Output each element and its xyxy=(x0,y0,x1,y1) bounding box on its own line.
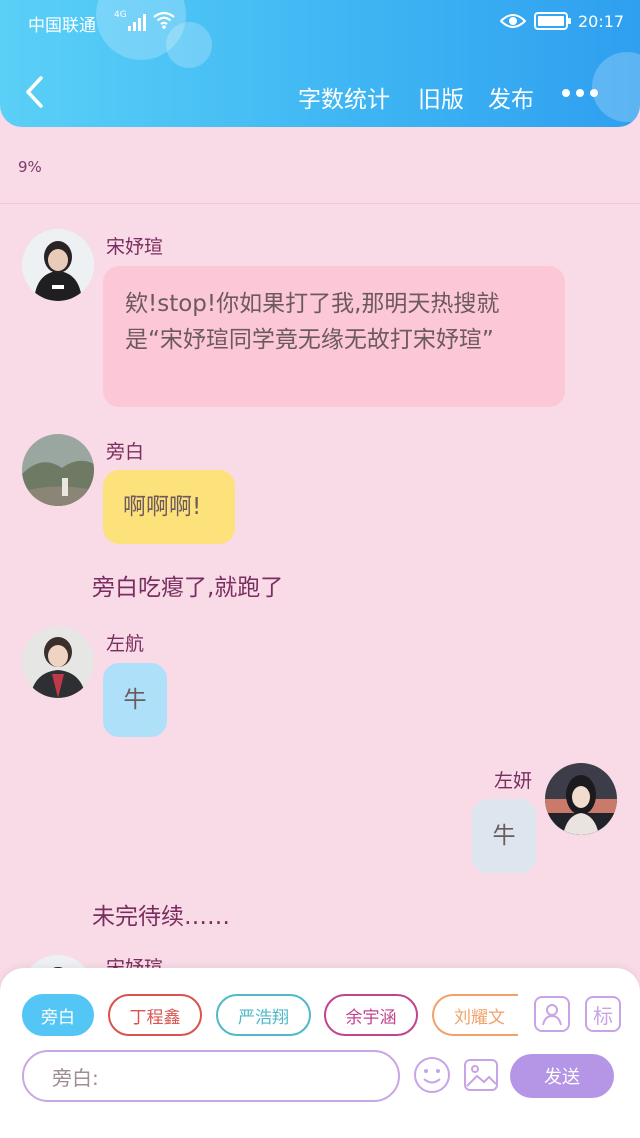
character-chip-narrator[interactable]: 旁白 xyxy=(22,994,94,1036)
avatar-image xyxy=(22,626,94,698)
publish-button[interactable]: 发布 xyxy=(488,80,534,114)
emoji-icon[interactable] xyxy=(413,1056,451,1094)
image-icon[interactable] xyxy=(462,1056,500,1094)
back-icon[interactable] xyxy=(20,74,50,110)
nav-bar: 字数统计 旧版 发布 xyxy=(0,60,640,126)
message-bubble[interactable]: 牛 xyxy=(103,663,167,737)
eye-icon xyxy=(500,14,526,28)
message-bubble[interactable]: 牛 xyxy=(472,799,536,873)
message-bubble[interactable]: 啊啊啊! xyxy=(103,470,235,544)
person-icon xyxy=(542,1004,562,1026)
narration-text[interactable]: 未完待续…… xyxy=(92,897,230,931)
avatar-image xyxy=(22,434,94,506)
speaker-name: 左航 xyxy=(106,633,145,655)
composer-panel: 旁白 丁程鑫 严浩翔 余宇涵 刘耀文 标 旁白: 发送 xyxy=(0,968,640,1138)
signal-icon xyxy=(128,13,148,31)
avatar[interactable] xyxy=(545,763,617,835)
avatar[interactable] xyxy=(22,434,94,506)
character-chip[interactable]: 余宇涵 xyxy=(324,994,418,1036)
speaker-name: 宋妤瑄 xyxy=(106,236,164,258)
wifi-icon xyxy=(153,11,175,29)
character-chip[interactable]: 刘耀文 xyxy=(432,994,518,1036)
avatar[interactable] xyxy=(22,626,94,698)
carrier-label: 中国联通 xyxy=(28,16,96,36)
avatar-image xyxy=(22,229,94,301)
network-type: 4G xyxy=(114,10,127,20)
message-bubble[interactable]: 欸!stop!你如果打了我,那明天热搜就是“宋妤瑄同学竟无缘无故打宋妤瑄” xyxy=(103,266,565,407)
narration-text[interactable]: 旁白吃瘪了,就跑了 xyxy=(92,568,283,602)
avatar-image xyxy=(545,763,617,835)
add-character-icon[interactable] xyxy=(534,996,570,1032)
message-input[interactable]: 旁白: xyxy=(22,1050,400,1102)
avatar[interactable] xyxy=(22,229,94,301)
header: 中国联通 4G 20:17 字数统计 旧版 发布 xyxy=(0,0,640,127)
divider xyxy=(0,203,640,204)
more-icon[interactable] xyxy=(560,86,600,100)
speaker-name: 旁白 xyxy=(106,441,145,463)
old-version-button[interactable]: 旧版 xyxy=(418,80,464,114)
progress-label: 9% xyxy=(18,158,42,176)
tag-button[interactable]: 标 xyxy=(585,996,621,1032)
status-bar: 中国联通 4G 20:17 xyxy=(0,0,640,44)
character-chip[interactable]: 严浩翔 xyxy=(216,994,311,1036)
battery-icon xyxy=(534,12,571,30)
clock: 20:17 xyxy=(578,12,625,31)
character-chip[interactable]: 丁程鑫 xyxy=(108,994,202,1036)
word-count-button[interactable]: 字数统计 xyxy=(298,80,390,114)
send-button[interactable]: 发送 xyxy=(510,1054,614,1098)
speaker-name: 左妍 xyxy=(494,770,533,792)
